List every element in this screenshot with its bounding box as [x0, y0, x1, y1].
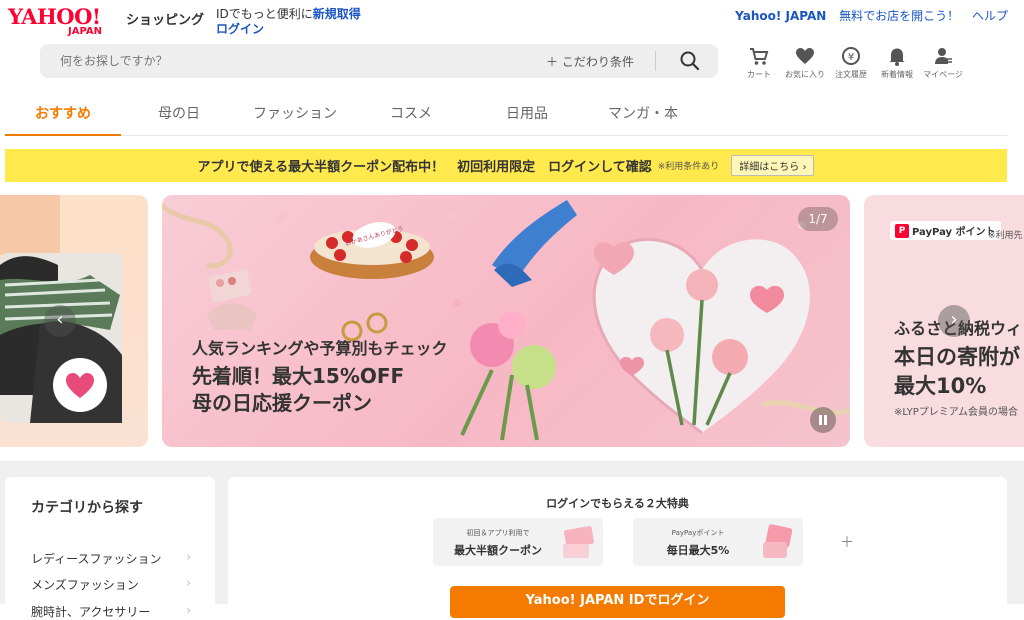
paypay-note: ※利用先: [988, 231, 1023, 241]
order-history-button[interactable]: ¥ 注文履歴: [828, 46, 874, 80]
coupon-note: ※利用条件あり: [657, 162, 720, 172]
paypay-card-icon: [763, 524, 793, 558]
top-links: Yahoo! JAPAN 無料でお店を開こう！ ヘルプ: [735, 7, 1008, 24]
category-label: レディースファッション: [31, 552, 162, 566]
cart-label: カート: [747, 70, 771, 79]
heart-icon: [796, 48, 814, 64]
furusato-line2: 本日の寄附が: [894, 345, 1020, 369]
carousel-title-line1: 先着順！最大15%OFF: [192, 364, 405, 388]
favorites-button[interactable]: お気に入り: [782, 46, 828, 80]
chevron-right-icon: ›: [186, 576, 191, 590]
category-title: カテゴリから探す: [31, 500, 143, 516]
chevron-right-icon: ›: [186, 603, 191, 617]
benefit-coupon-big: 最大半額クーポン: [454, 544, 542, 557]
site-header: YAHOO! JAPAN ショッピング IDでもっと便利に新規取得 ログイン Y…: [0, 0, 1024, 90]
logo-text: YAHOO!: [8, 4, 101, 29]
coupon-message: アプリで使える最大半額クーポン配布中！ 初回利用限定 ログインして確認: [197, 160, 652, 175]
tab-manga-books[interactable]: マンガ・本: [585, 96, 701, 136]
yahoo-login-button[interactable]: Yahoo! JAPAN IDでログイン: [450, 586, 785, 618]
pause-icon: [819, 415, 827, 425]
order-history-label: 注文履歴: [835, 70, 867, 79]
carousel-pause-button[interactable]: [810, 407, 836, 433]
furusato-line3: 最大10%: [894, 374, 987, 398]
category-item-mens-fashion[interactable]: メンズファッション ›: [31, 576, 191, 593]
notifications-label: 新着情報: [881, 70, 913, 79]
paypay-logo-icon: P: [895, 223, 909, 238]
carousel-title-line2: 母の日応援クーポン: [192, 391, 372, 415]
favorites-label: お気に入り: [785, 70, 825, 79]
paypay-badge: P PayPay ポイント: [890, 221, 1001, 240]
category-label: メンズファッション: [31, 578, 139, 592]
search-button[interactable]: [665, 44, 715, 78]
shopping-title[interactable]: ショッピング: [126, 9, 204, 28]
coupon-ticket-icon: [563, 526, 595, 558]
furusato-note: ※LYPプレミアム会員の場合: [894, 407, 1019, 418]
benefit-paypay: PayPayポイント 毎日最大5%: [633, 518, 803, 566]
tab-fashion[interactable]: ファッション: [237, 96, 353, 136]
login-benefits-panel: ログインでもらえる２大特典 初回＆アプリ利用で 最大半額クーポン ＋ PayPa…: [228, 477, 1007, 618]
paypay-badge-label: PayPay ポイント: [912, 227, 996, 238]
cart-button[interactable]: カート: [736, 46, 782, 80]
carousel-next-arrow[interactable]: ›: [938, 305, 970, 337]
carousel-subtitle: 人気ランキングや予算別もチェック: [192, 339, 448, 358]
benefit-plus: ＋: [840, 535, 854, 551]
benefit-coupon: 初回＆アプリ利用で 最大半額クーポン: [433, 518, 603, 566]
carousel-title: 先着順！最大15%OFF 母の日応援クーポン: [192, 363, 404, 417]
logo-subtext: JAPAN: [68, 26, 102, 37]
search-input[interactable]: [40, 44, 540, 78]
carousel-slide-current[interactable]: おかあさんありがとう 人気ランキングや予算別もチェック 先着順！最大15%OFF…: [162, 195, 850, 447]
chevron-right-icon: ›: [950, 309, 958, 330]
id-promo-text: IDでもっと便利に: [216, 7, 313, 21]
cart-icon: [750, 48, 769, 65]
login-benefits-title: ログインでもらえる２大特典: [546, 497, 689, 510]
chevron-right-icon: ›: [186, 550, 191, 564]
mypage-button[interactable]: マイページ: [920, 46, 966, 80]
benefit-paypay-big: 毎日最大5%: [666, 544, 730, 557]
coupon-detail-button[interactable]: 詳細はこちら ›: [731, 155, 815, 176]
chevron-left-icon: ‹: [56, 309, 64, 330]
id-promo: IDでもっと便利に新規取得 ログイン: [216, 7, 361, 37]
register-link[interactable]: 新規取得: [313, 7, 361, 21]
lower-section: カテゴリから探す レディースファッション › メンズファッション › 腕時計、ア…: [0, 461, 1024, 619]
search-bar: ＋ こだわり条件: [40, 44, 718, 78]
category-item-ladies-fashion[interactable]: レディースファッション ›: [31, 550, 191, 567]
benefit-paypay-small: PayPayポイント: [671, 529, 725, 537]
chevron-right-icon: ›: [802, 162, 807, 173]
bell-icon: [889, 48, 905, 66]
yahoo-japan-logo[interactable]: YAHOO! JAPAN: [8, 6, 123, 40]
search-divider: [655, 51, 656, 71]
help-link[interactable]: ヘルプ: [972, 9, 1008, 23]
carousel-counter: 1/7: [798, 207, 838, 231]
open-store-link[interactable]: 無料でお店を開こう！: [839, 9, 959, 23]
mypage-label: マイページ: [923, 70, 963, 79]
svg-text:¥: ¥: [848, 52, 854, 63]
notifications-button[interactable]: 新着情報: [874, 46, 920, 80]
login-link[interactable]: ログイン: [216, 22, 264, 36]
coupon-banner[interactable]: アプリで使える最大半額クーポン配布中！ 初回利用限定 ログインして確認 ※利用条…: [5, 149, 1007, 182]
tab-daily-goods[interactable]: 日用品: [469, 96, 585, 136]
filter-conditions-button[interactable]: ＋ こだわり条件: [546, 53, 634, 70]
category-panel: カテゴリから探す レディースファッション › メンズファッション › 腕時計、ア…: [5, 477, 215, 620]
category-item-watches-accessories[interactable]: 腕時計、アクセサリー ›: [31, 603, 191, 620]
user-icon: [935, 48, 952, 64]
header-icons: カート お気に入り ¥ 注文履歴 新着情報 マイページ: [736, 46, 966, 80]
benefit-coupon-small: 初回＆アプリ利用で: [466, 529, 530, 537]
carousel-prev-arrow[interactable]: ‹: [44, 305, 76, 337]
coupon-detail-label: 詳細はこちら: [739, 162, 800, 173]
history-icon: ¥: [842, 47, 860, 65]
search-icon: [680, 51, 700, 71]
promo-carousel: ‹ おかあさんありがとう 人気ランキングや予算別もチェック 先着順！最大15%O…: [0, 195, 1024, 447]
category-label: 腕時計、アクセサリー: [31, 605, 151, 619]
tab-cosmetics[interactable]: コスメ: [353, 96, 469, 136]
tab-recommended[interactable]: おすすめ: [5, 96, 121, 136]
category-tabs: おすすめ 母の日 ファッション コスメ 日用品 マンガ・本: [5, 96, 1007, 136]
tab-mothers-day[interactable]: 母の日: [121, 96, 237, 136]
yahoo-japan-link[interactable]: Yahoo! JAPAN: [735, 9, 826, 23]
